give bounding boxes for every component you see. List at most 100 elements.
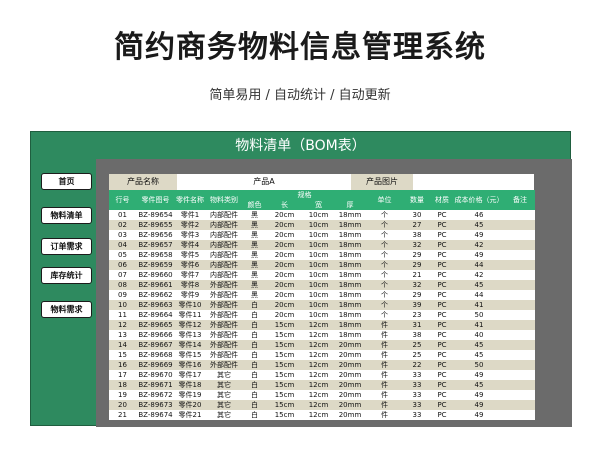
table-cell[interactable] [505,370,535,380]
table-cell[interactable]: 21 [403,270,431,280]
table-cell[interactable]: 29 [403,290,431,300]
table-cell[interactable]: PC [431,320,453,330]
table-cell[interactable] [505,330,535,340]
table-cell[interactable]: 件 [366,390,403,400]
table-cell[interactable]: PC [431,410,453,420]
table-cell[interactable]: 白 [243,410,266,420]
table-cell[interactable]: 44 [453,260,505,270]
table-cell[interactable] [505,300,535,310]
nav-button-bom[interactable]: 物料清单 [41,207,92,224]
table-cell[interactable]: 49 [453,410,505,420]
table-cell[interactable]: 08 [109,280,136,290]
table-cell[interactable]: 件 [366,410,403,420]
table-cell[interactable]: PC [431,280,453,290]
table-cell[interactable]: 个 [366,270,403,280]
table-cell[interactable]: 外部配件 [205,290,243,300]
table-cell[interactable]: 11 [109,310,136,320]
table-cell[interactable]: 20cm [266,300,303,310]
table-cell[interactable]: 外部配件 [205,300,243,310]
table-cell[interactable]: 25 [403,350,431,360]
table-cell[interactable]: 12cm [303,360,334,370]
table-cell[interactable]: 件 [366,330,403,340]
table-cell[interactable]: 19 [109,390,136,400]
table-cell[interactable]: 17 [109,370,136,380]
table-cell[interactable]: 15cm [266,340,303,350]
table-cell[interactable]: 49 [453,390,505,400]
table-cell[interactable]: BZ-89673 [136,400,175,410]
table-cell[interactable]: 20mm [334,360,366,370]
table-cell[interactable]: 41 [453,320,505,330]
table-cell[interactable]: 33 [403,380,431,390]
table-cell[interactable]: 10cm [303,210,334,220]
nav-button-home[interactable]: 首页 [41,173,92,190]
table-cell[interactable]: 20cm [266,270,303,280]
table-cell[interactable]: BZ-89672 [136,390,175,400]
table-cell[interactable]: 黑 [243,240,266,250]
table-cell[interactable]: 个 [366,260,403,270]
table-cell[interactable]: 12cm [303,380,334,390]
table-cell[interactable]: 白 [243,300,266,310]
table-cell[interactable]: 38 [403,330,431,340]
table-cell[interactable]: 18mm [334,270,366,280]
table-cell[interactable]: 白 [243,310,266,320]
table-cell[interactable]: 18mm [334,260,366,270]
table-cell[interactable]: PC [431,370,453,380]
nav-button-material-demand[interactable]: 物料需求 [41,301,92,318]
table-cell[interactable]: 12cm [303,320,334,330]
table-cell[interactable]: 零件1 [175,210,205,220]
table-cell[interactable]: 外部配件 [205,310,243,320]
table-cell[interactable]: 12cm [303,400,334,410]
table-cell[interactable]: 白 [243,330,266,340]
table-cell[interactable]: 个 [366,220,403,230]
table-cell[interactable]: 10cm [303,290,334,300]
table-cell[interactable]: BZ-89674 [136,410,175,420]
table-cell[interactable]: BZ-89669 [136,360,175,370]
product-image-cell[interactable] [413,174,534,190]
table-cell[interactable] [505,210,535,220]
table-cell[interactable]: BZ-89658 [136,250,175,260]
table-cell[interactable]: 18mm [334,210,366,220]
table-cell[interactable]: 20cm [266,260,303,270]
table-cell[interactable]: 33 [403,410,431,420]
table-cell[interactable]: 黑 [243,270,266,280]
table-cell[interactable]: 15cm [266,370,303,380]
table-cell[interactable]: 20mm [334,400,366,410]
table-cell[interactable]: BZ-89671 [136,380,175,390]
table-cell[interactable]: 39 [403,300,431,310]
table-cell[interactable]: 32 [403,240,431,250]
table-cell[interactable]: 05 [109,250,136,260]
nav-button-inventory[interactable]: 库存统计 [41,267,92,284]
table-cell[interactable]: 黑 [243,220,266,230]
table-cell[interactable]: 外部配件 [205,280,243,290]
table-cell[interactable]: 白 [243,380,266,390]
table-cell[interactable]: 外部配件 [205,350,243,360]
table-cell[interactable]: 20cm [266,240,303,250]
table-cell[interactable]: 零件7 [175,270,205,280]
table-cell[interactable]: 15 [109,350,136,360]
table-cell[interactable]: 20mm [334,410,366,420]
table-cell[interactable]: PC [431,260,453,270]
table-cell[interactable]: 14 [109,340,136,350]
table-cell[interactable] [505,360,535,370]
table-cell[interactable]: 21 [109,410,136,420]
table-cell[interactable]: 07 [109,270,136,280]
table-cell[interactable]: PC [431,270,453,280]
table-cell[interactable] [505,390,535,400]
table-cell[interactable]: PC [431,230,453,240]
table-cell[interactable]: 33 [403,370,431,380]
table-cell[interactable]: 18mm [334,240,366,250]
table-cell[interactable]: 15cm [266,350,303,360]
table-cell[interactable]: 15cm [266,320,303,330]
table-cell[interactable]: 件 [366,400,403,410]
table-cell[interactable]: 20cm [266,250,303,260]
table-cell[interactable]: 38 [403,230,431,240]
table-cell[interactable]: PC [431,290,453,300]
table-cell[interactable]: 23 [403,310,431,320]
table-cell[interactable]: 25 [403,340,431,350]
table-cell[interactable]: 白 [243,340,266,350]
table-cell[interactable]: 个 [366,300,403,310]
table-cell[interactable]: 20mm [334,390,366,400]
table-cell[interactable]: 20cm [266,290,303,300]
table-cell[interactable]: 45 [453,380,505,390]
table-cell[interactable]: 10cm [303,230,334,240]
